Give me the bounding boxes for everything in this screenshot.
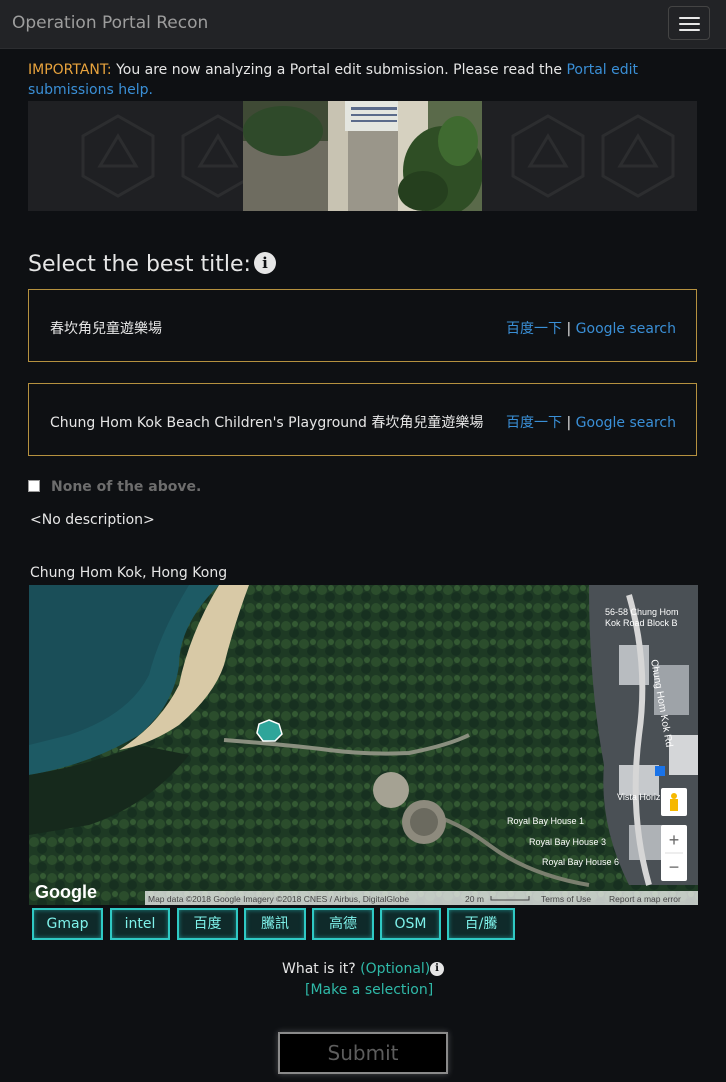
- map-label-building: Royal Bay House 3: [529, 837, 606, 847]
- what-is-it-label: What is it? (Optional): [282, 961, 430, 977]
- baidu-map-button[interactable]: 百度: [177, 908, 238, 940]
- info-icon[interactable]: i: [430, 962, 444, 976]
- zoom-in-button[interactable]: +: [669, 830, 680, 850]
- portal-marker-icon: [256, 719, 283, 742]
- title-option-text: Chung Hom Kok Beach Children's Playgroun…: [50, 415, 484, 431]
- pegman-icon: [670, 799, 678, 811]
- hamburger-icon: [679, 23, 700, 25]
- tencent-map-button[interactable]: 騰訊: [244, 908, 306, 940]
- navbar: Operation Portal Recon: [0, 0, 726, 49]
- none-of-above-checkbox[interactable]: [28, 480, 40, 492]
- title-option[interactable]: Chung Hom Kok Beach Children's Playgroun…: [28, 383, 697, 456]
- select-title-heading: Select the best title:: [28, 252, 251, 277]
- map-terms-link[interactable]: Terms of Use: [541, 894, 591, 904]
- map-report-link[interactable]: Report a map error: [609, 894, 681, 904]
- notice-text: You are now analyzing a Portal edit subm…: [111, 62, 567, 78]
- important-notice: IMPORTANT: You are now analyzing a Porta…: [28, 60, 698, 100]
- ingress-logo-pattern: [511, 114, 585, 198]
- link-separator: |: [562, 321, 576, 337]
- bus-stop-icon: [655, 766, 665, 776]
- hamburger-icon: [679, 29, 700, 31]
- baidu-tencent-button[interactable]: 百/騰: [447, 908, 515, 940]
- map-attribution: Map data ©2018 Google Imagery ©2018 CNES…: [148, 894, 409, 904]
- title-option-text: 春坎角兒童遊樂場: [50, 321, 162, 337]
- map-label-building: Royal Bay House 1: [507, 816, 584, 826]
- what-is-it-text: What is it?: [282, 961, 361, 977]
- google-search-link[interactable]: Google search: [576, 321, 676, 337]
- baidu-search-link[interactable]: 百度一下: [506, 321, 562, 337]
- baidu-search-link[interactable]: 百度一下: [506, 415, 562, 431]
- map-label-building: 56-58 Chung Hom: [605, 607, 679, 617]
- ingress-logo-pattern: [601, 114, 675, 198]
- google-search-link[interactable]: Google search: [576, 415, 676, 431]
- menu-toggle-button[interactable]: [668, 6, 710, 40]
- portal-photo-strip: [28, 101, 697, 211]
- gmap-button[interactable]: Gmap: [32, 908, 103, 940]
- hamburger-icon: [679, 17, 700, 19]
- title-option[interactable]: 春坎角兒童遊樂場 百度一下 | Google search: [28, 289, 697, 362]
- none-of-above-label[interactable]: None of the above.: [51, 479, 201, 495]
- map-label-building: Kok Road Block B: [605, 618, 678, 628]
- satellite-map[interactable]: 56-58 Chung Hom Kok Road Block B Chung H…: [29, 585, 698, 905]
- intel-button[interactable]: intel: [110, 908, 170, 940]
- link-separator: |: [562, 415, 576, 431]
- map-label-building: Vista Horiz: [617, 792, 661, 802]
- location-label: Chung Hom Kok, Hong Kong: [30, 565, 228, 581]
- osm-button[interactable]: OSM: [380, 908, 441, 940]
- info-icon[interactable]: i: [254, 252, 276, 274]
- portal-description: <No description>: [30, 512, 155, 528]
- search-links: 百度一下 | Google search: [506, 412, 676, 432]
- ingress-logo-pattern: [81, 114, 155, 198]
- map-scale-label: 20 m: [465, 894, 484, 904]
- portal-photo[interactable]: [243, 101, 482, 211]
- important-label: IMPORTANT:: [28, 62, 112, 78]
- zoom-out-button[interactable]: −: [669, 857, 680, 877]
- pegman-icon: [671, 793, 677, 799]
- map-label-building: Royal Bay House 6: [542, 857, 619, 867]
- make-selection-link[interactable]: [Make a selection]: [305, 982, 433, 998]
- search-links: 百度一下 | Google search: [506, 318, 676, 338]
- submit-button[interactable]: Submit: [278, 1032, 448, 1074]
- amap-button[interactable]: 高德: [312, 908, 374, 940]
- brand-title[interactable]: Operation Portal Recon: [12, 13, 208, 33]
- google-logo: Google: [35, 882, 97, 902]
- optional-label: (Optional): [360, 961, 431, 977]
